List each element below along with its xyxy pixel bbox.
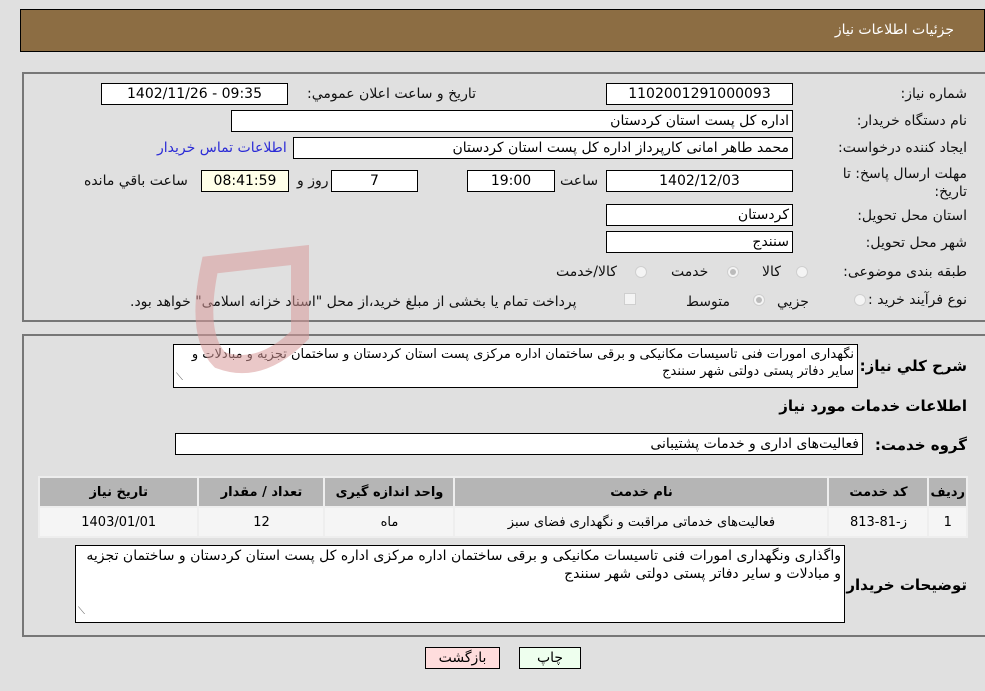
services-table-wrapper: رديف کد خدمت نام خدمت واحد اندازه گیری ت… (38, 476, 968, 538)
buyer-notes-label: توضیحات خریدار: (840, 576, 967, 594)
announce-datetime-label: تاریخ و ساعت اعلان عمومي: (307, 86, 476, 102)
table-row: 1 ز-81-813 فعالیت‌های خدماتی مراقبت و نگ… (40, 508, 966, 536)
remaining-time-label: ساعت باقي مانده (84, 173, 188, 189)
resize-grip-icon[interactable]: ⟋ (78, 603, 85, 621)
process-option-minor: جزيي (777, 294, 809, 310)
service-group-field: فعالیت‌های اداری و خدمات پشتیبانی (175, 433, 863, 455)
requester-field: محمد طاهر امانی کارپرداز اداره کل پست اس… (293, 137, 793, 159)
service-group-label: گروه خدمت: (874, 436, 967, 454)
resize-grip-icon[interactable]: ⟋ (176, 369, 183, 386)
cell-row-number: 1 (929, 508, 966, 536)
category-radio-service[interactable] (727, 266, 739, 278)
col-quantity: تعداد / مقدار (199, 478, 324, 506)
process-radio-medium[interactable] (753, 294, 765, 306)
table-header-row: رديف کد خدمت نام خدمت واحد اندازه گیری ت… (40, 478, 966, 506)
general-desc-textarea[interactable]: نگهداری امورات فنی تاسیسات مکانیکی و برق… (173, 344, 858, 388)
services-info-title: اطلاعات خدمات مورد نياز (779, 397, 967, 415)
announce-datetime-field: 1402/11/26 - 09:35 (101, 83, 288, 105)
deadline-time-label: ساعت (560, 173, 599, 189)
requester-label: ایجاد کننده درخواست: (838, 140, 967, 156)
process-option-medium: متوسط (686, 294, 730, 310)
col-unit: واحد اندازه گیری (325, 478, 454, 506)
back-button[interactable]: بازگشت (425, 647, 500, 669)
treasury-checkbox[interactable] (624, 293, 636, 305)
category-option-service: خدمت (671, 264, 709, 280)
deadline-time-field: 19:00 (467, 170, 555, 192)
cell-need-date: 1403/01/01 (40, 508, 198, 536)
general-desc-label: شرح کلي نياز: (859, 357, 967, 375)
buyer-notes-textarea[interactable]: واگذاری ونگهداری امورات فنی تاسیسات مکان… (75, 545, 845, 623)
category-label: طبقه بندی موضوعی: (843, 264, 967, 280)
remaining-days-field: 7 (331, 170, 418, 192)
category-option-goods: کالا (762, 264, 781, 280)
buyer-notes-text: واگذاری ونگهداری امورات فنی تاسیسات مکان… (86, 548, 841, 582)
cell-quantity: 12 (199, 508, 324, 536)
buyer-org-field: اداره کل پست استان کردستان (231, 110, 793, 132)
col-service-name: نام خدمت (455, 478, 828, 506)
page-header: جزئیات اطلاعات نیاز (20, 9, 985, 52)
col-need-date: تاریخ نیاز (40, 478, 198, 506)
buyer-contact-link[interactable]: اطلاعات تماس خریدار (157, 140, 287, 156)
process-radio-minor[interactable] (854, 294, 866, 306)
cell-unit: ماه (325, 508, 454, 536)
buyer-org-label: نام دستگاه خريدار: (856, 113, 967, 129)
category-radio-goods-service[interactable] (635, 266, 647, 278)
remaining-time-field: 08:41:59 (201, 170, 289, 192)
print-button[interactable]: چاپ (519, 647, 581, 669)
deadline-date-field: 1402/12/03 (606, 170, 793, 192)
delivery-province-field: کردستان (606, 204, 793, 226)
cell-service-code: ز-81-813 (829, 508, 928, 536)
deadline-label: مهلت ارسال پاسخ: تا تاریخ: (842, 166, 967, 200)
need-number-field: 1102001291000093 (606, 83, 793, 105)
page-title: جزئیات اطلاعات نیاز (834, 22, 954, 38)
days-label: روز و (297, 173, 329, 189)
category-radio-goods[interactable] (796, 266, 808, 278)
cell-service-name: فعالیت‌های خدماتی مراقبت و نگهداری فضای … (455, 508, 828, 536)
col-row-number: رديف (929, 478, 966, 506)
delivery-city-field: سنندج (606, 231, 793, 253)
purchase-process-label: نوع فرآیند خرید : (868, 292, 967, 308)
delivery-city-label: شهر محل تحویل: (865, 235, 967, 251)
col-service-code: کد خدمت (829, 478, 928, 506)
need-number-label: شماره نیاز: (900, 86, 968, 102)
delivery-province-label: استان محل تحویل: (857, 208, 967, 224)
category-option-goods-service: کالا/خدمت (556, 264, 617, 280)
treasury-note: پرداخت تمام يا بخشی از مبلغ خرید،از محل … (130, 294, 577, 310)
services-table: رديف کد خدمت نام خدمت واحد اندازه گیری ت… (38, 476, 968, 538)
general-desc-text: نگهداری امورات فنی تاسیسات مکانیکی و برق… (191, 347, 854, 379)
